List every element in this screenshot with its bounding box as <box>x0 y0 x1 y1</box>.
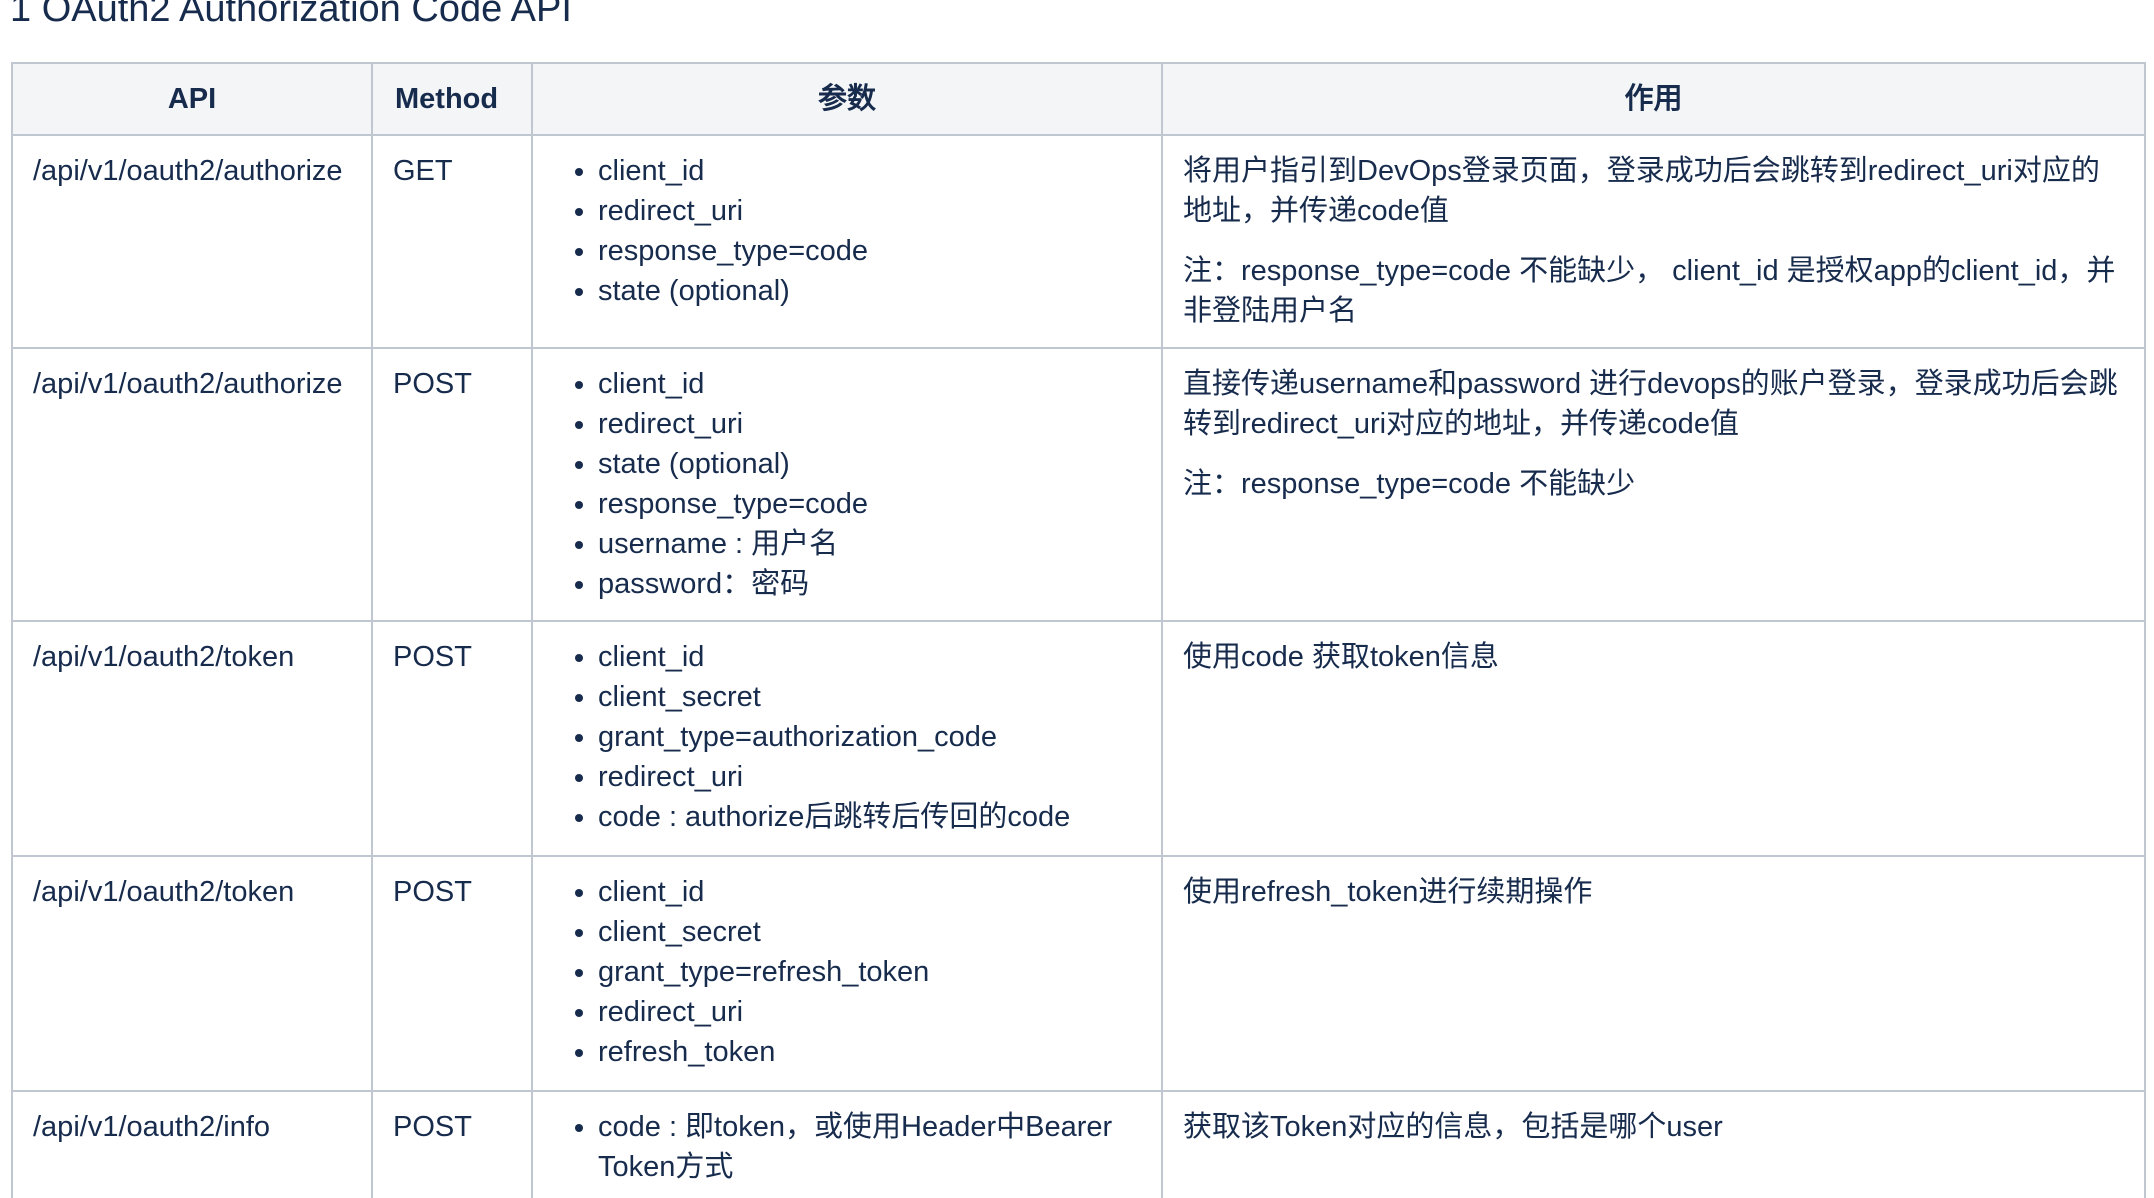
param-item: state (optional) <box>598 444 1141 484</box>
params-list: code : 即token，或使用Header中Bearer Token方式 <box>553 1107 1141 1187</box>
param-item: redirect_uri <box>598 757 1141 797</box>
table-row: /api/v1/oauth2/authorize POST client_id … <box>11 347 2146 622</box>
description-note: 注：response_type=code 不能缺少 <box>1183 468 1636 500</box>
method-cell: POST <box>371 620 533 857</box>
param-item: code : 即token，或使用Header中Bearer Token方式 <box>598 1107 1141 1187</box>
http-method: POST <box>393 1111 472 1143</box>
document-page: 1 OAuth2 Authorization Code API API Meth… <box>0 0 2154 1198</box>
description-text: 获取该Token对应的信息，包括是哪个user <box>1183 1111 1723 1143</box>
param-item: client_secret <box>598 912 1141 952</box>
param-item: client_id <box>598 637 1141 677</box>
description-cell: 获取该Token对应的信息，包括是哪个user <box>1161 1090 2146 1198</box>
param-item: response_type=code <box>598 484 1141 524</box>
param-item: code : authorize后跳转后传回的code <box>598 797 1141 837</box>
api-cell: /api/v1/oauth2/token <box>11 620 373 857</box>
http-method: POST <box>393 641 472 673</box>
param-item: grant_type=refresh_token <box>598 952 1141 992</box>
table-row: /api/v1/oauth2/info POST code : 即token，或… <box>11 1090 2146 1198</box>
api-cell: /api/v1/oauth2/info <box>11 1090 373 1198</box>
description-text: 直接传递username和password 进行devops的账户登录，登录成功… <box>1183 368 2118 440</box>
api-cell: /api/v1/oauth2/token <box>11 855 373 1092</box>
params-list: client_id client_secret grant_type=refre… <box>553 872 1141 1072</box>
param-item: redirect_uri <box>598 191 1141 231</box>
description-cell: 使用code 获取token信息 <box>1161 620 2146 857</box>
header-params: 参数 <box>531 62 1163 136</box>
params-list: client_id client_secret grant_type=autho… <box>553 637 1141 837</box>
params-list: client_id redirect_uri state (optional) … <box>553 364 1141 604</box>
http-method: POST <box>393 368 472 400</box>
param-item: client_secret <box>598 677 1141 717</box>
param-item: state (optional) <box>598 271 1141 311</box>
api-cell: /api/v1/oauth2/authorize <box>11 347 373 622</box>
api-path: /api/v1/oauth2/token <box>33 641 295 673</box>
params-cell: client_id client_secret grant_type=refre… <box>531 855 1163 1092</box>
header-method: Method <box>371 62 533 136</box>
api-path: /api/v1/oauth2/info <box>33 1111 271 1143</box>
param-item: username : 用户名 <box>598 524 1141 564</box>
http-method: GET <box>393 155 453 187</box>
params-cell: client_id redirect_uri response_type=cod… <box>531 134 1163 349</box>
header-purpose: 作用 <box>1161 62 2146 136</box>
description-cell: 将用户指引到DevOps登录页面，登录成功后会跳转到redirect_uri对应… <box>1161 134 2146 349</box>
param-item: client_id <box>598 872 1141 912</box>
table-row: /api/v1/oauth2/authorize GET client_id r… <box>11 134 2146 349</box>
method-cell: POST <box>371 347 533 622</box>
api-path: /api/v1/oauth2/authorize <box>33 155 343 187</box>
section-heading: 1 OAuth2 Authorization Code API <box>10 0 572 30</box>
method-cell: POST <box>371 1090 533 1198</box>
description-text: 使用code 获取token信息 <box>1183 641 1499 673</box>
description-cell: 直接传递username和password 进行devops的账户登录，登录成功… <box>1161 347 2146 622</box>
param-item: client_id <box>598 364 1141 404</box>
param-item: password：密码 <box>598 564 1141 604</box>
param-item: grant_type=authorization_code <box>598 717 1141 757</box>
table-row: /api/v1/oauth2/token POST client_id clie… <box>11 620 2146 857</box>
header-api: API <box>11 62 373 136</box>
description-cell: 使用refresh_token进行续期操作 <box>1161 855 2146 1092</box>
param-item: redirect_uri <box>598 992 1141 1032</box>
param-item: redirect_uri <box>598 404 1141 444</box>
oauth2-api-table: API Method 参数 作用 /api/v1/oauth2/authoriz… <box>11 62 2146 1198</box>
description-text: 使用refresh_token进行续期操作 <box>1183 876 1593 908</box>
method-cell: GET <box>371 134 533 349</box>
api-cell: /api/v1/oauth2/authorize <box>11 134 373 349</box>
description-text: 将用户指引到DevOps登录页面，登录成功后会跳转到redirect_uri对应… <box>1183 155 2100 227</box>
table-header-row: API Method 参数 作用 <box>11 62 2146 136</box>
api-path: /api/v1/oauth2/authorize <box>33 368 343 400</box>
params-cell: client_id client_secret grant_type=autho… <box>531 620 1163 857</box>
params-cell: code : 即token，或使用Header中Bearer Token方式 <box>531 1090 1163 1198</box>
params-list: client_id redirect_uri response_type=cod… <box>553 151 1141 311</box>
param-item: client_id <box>598 151 1141 191</box>
param-item: refresh_token <box>598 1032 1141 1072</box>
description-note: 注：response_type=code 不能缺少， client_id 是授权… <box>1183 255 2116 327</box>
api-path: /api/v1/oauth2/token <box>33 876 295 908</box>
params-cell: client_id redirect_uri state (optional) … <box>531 347 1163 622</box>
param-item: response_type=code <box>598 231 1141 271</box>
table-row: /api/v1/oauth2/token POST client_id clie… <box>11 855 2146 1092</box>
http-method: POST <box>393 876 472 908</box>
method-cell: POST <box>371 855 533 1092</box>
